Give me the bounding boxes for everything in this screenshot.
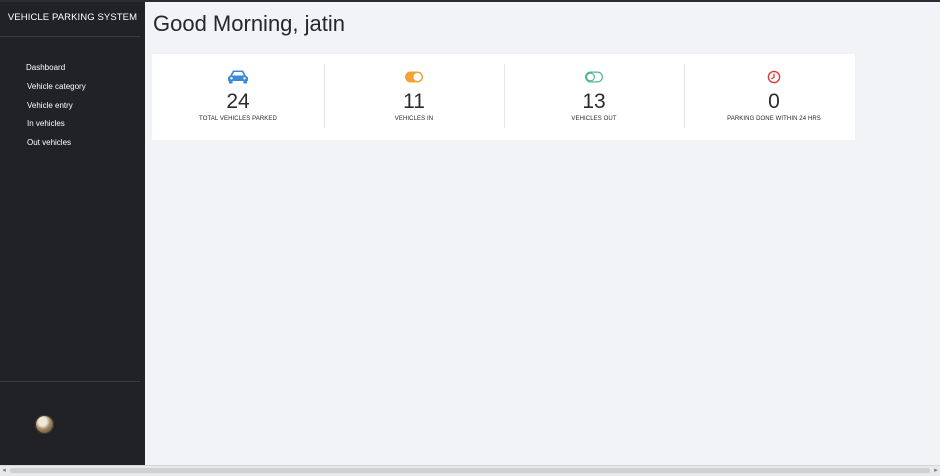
stat-value: 13 (582, 90, 606, 113)
scroll-right-icon[interactable]: ▸ (932, 467, 940, 475)
stat-label: VEHICLES IN (394, 116, 434, 122)
stats-card: 24 TOTAL VEHICLES PARKED 11 VEHICLES IN … (152, 54, 855, 140)
scrollbar-thumb[interactable] (10, 468, 930, 473)
stat-vehicles-out: 13 VEHICLES OUT (504, 54, 684, 140)
scroll-left-icon[interactable]: ◂ (0, 467, 8, 475)
sidebar-divider (0, 381, 140, 382)
sidebar-item-vehicle-category[interactable]: Vehicle category (0, 78, 145, 97)
avatar[interactable] (35, 415, 54, 434)
stat-label: PARKING DONE WITHIN 24 HRS (727, 116, 821, 122)
sidebar-item-in-vehicles[interactable]: In vehicles (0, 115, 145, 134)
stat-total-vehicles: 24 TOTAL VEHICLES PARKED (152, 54, 324, 140)
stat-value: 11 (403, 90, 425, 113)
sidebar: VEHICLE PARKING SYSTEM Dashboard Vehicle… (0, 2, 145, 465)
toggle-on-icon (405, 71, 423, 83)
sidebar-divider (0, 36, 140, 37)
stat-vehicles-in: 11 VEHICLES IN (324, 54, 504, 140)
clock-icon (767, 70, 781, 84)
page-title: Good Morning, jatin (153, 11, 345, 36)
sidebar-item-out-vehicles[interactable]: Out vehicles (0, 134, 145, 153)
brand-title: VEHICLE PARKING SYSTEM (7, 12, 138, 23)
sidebar-item-dashboard[interactable]: Dashboard (0, 59, 145, 78)
stat-parking-24hrs: 0 PARKING DONE WITHIN 24 HRS (684, 54, 864, 140)
stat-value: 24 (226, 90, 250, 113)
sidebar-nav: Dashboard Vehicle category Vehicle entry… (0, 59, 145, 153)
stat-value: 0 (768, 90, 780, 113)
stat-label: TOTAL VEHICLES PARKED (199, 116, 277, 122)
horizontal-scrollbar[interactable]: ◂ ▸ (0, 465, 940, 476)
toggle-off-icon (584, 71, 603, 83)
stat-label: VEHICLES OUT (571, 116, 617, 122)
car-icon (228, 70, 248, 84)
sidebar-item-vehicle-entry[interactable]: Vehicle entry (0, 97, 145, 116)
